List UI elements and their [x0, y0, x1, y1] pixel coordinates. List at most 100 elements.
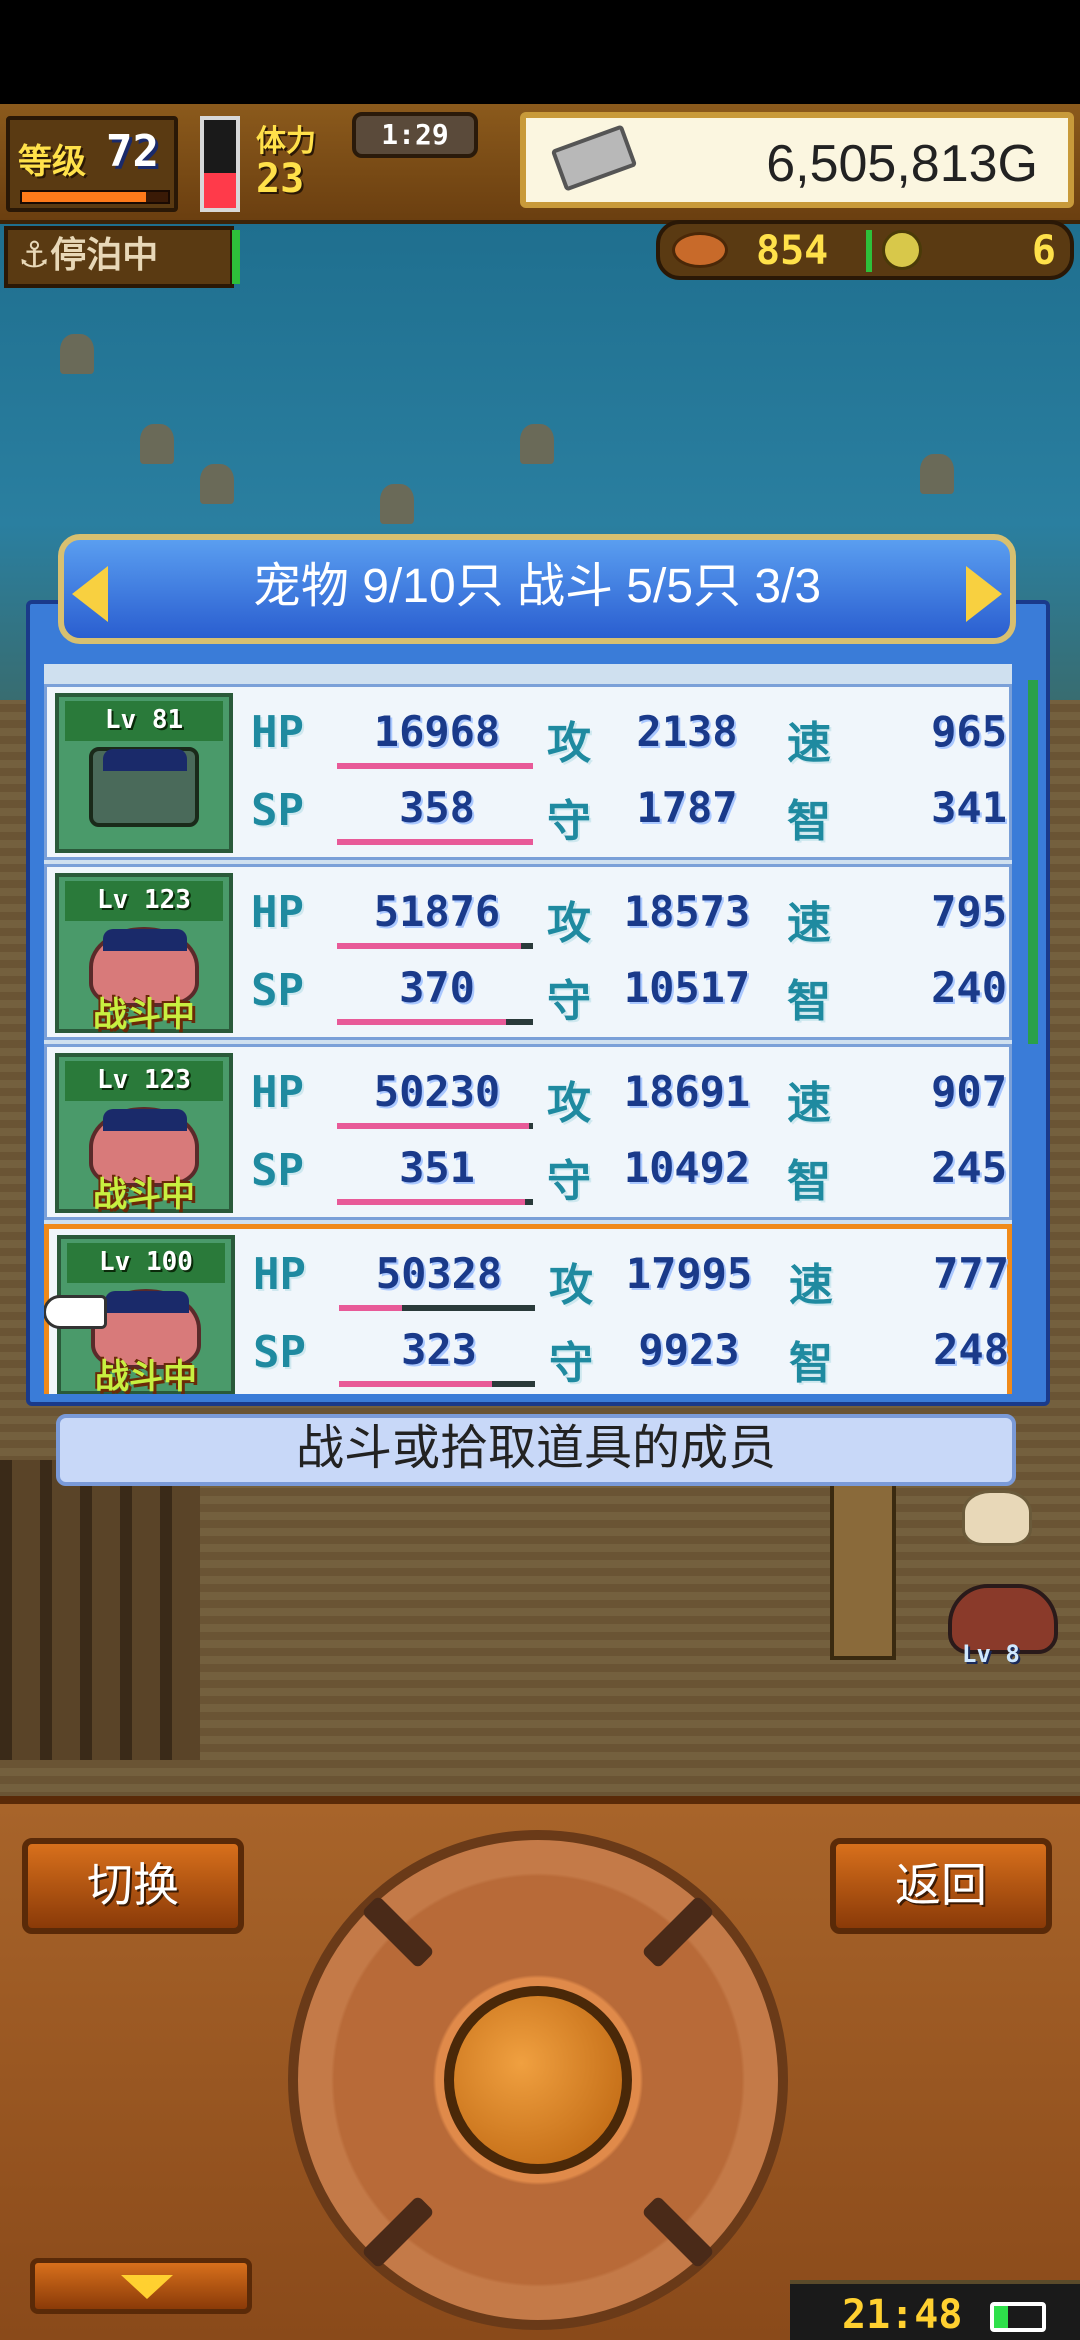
sp-bar-fill [337, 1019, 506, 1025]
pointer-hand-icon [44, 1295, 107, 1329]
pet-row[interactable]: Lv 81 HP 16968 SP 358 攻 2138 守 1787 速 965 智 341 [44, 684, 1012, 860]
pet-hat [105, 1291, 189, 1313]
pet-hat [103, 749, 187, 771]
pet-level: Lv 81 [65, 701, 223, 741]
hp-label: HP [251, 1067, 304, 1118]
pet-attack: 17995 [625, 1249, 753, 1298]
pet-sp: 323 [401, 1325, 477, 1374]
pet-list[interactable]: Lv 81 HP 16968 SP 358 攻 2138 守 1787 速 965 智 341 Lv 12… [44, 664, 1012, 1394]
rock [520, 424, 554, 464]
stamina-timer: 1:29 [352, 112, 478, 158]
stamina-gauge [200, 116, 240, 212]
level-box: 等级 72 [6, 116, 178, 212]
exp-bar-fill [22, 192, 147, 202]
intelligence-label: 智 [787, 1156, 831, 1207]
switch-button[interactable]: 切换 [22, 1838, 244, 1934]
pet-intelligence: 248 [933, 1325, 1009, 1374]
dpad[interactable] [288, 1830, 788, 2330]
pet-portrait: Lv 123 战斗中 [55, 873, 233, 1035]
pet-row[interactable]: Lv 123 战斗中 HP 50230 SP 351 攻 18691 守 10492 速 907 智 24… [44, 1044, 1012, 1220]
battery-fill [994, 2306, 1009, 2328]
prev-page-arrow-icon[interactable] [72, 566, 108, 622]
rock [140, 424, 174, 464]
sp-label: SP [251, 965, 304, 1016]
pet-row[interactable]: Lv 123 战斗中 HP 51876 SP 370 攻 18573 守 10517 速 795 智 24… [44, 864, 1012, 1040]
pet-portrait: Lv 81 [55, 693, 233, 853]
speed-label: 速 [787, 1078, 831, 1129]
coin-count: 6 [1031, 228, 1056, 274]
silver-bar-icon [550, 124, 638, 192]
hp-bar-fill [337, 943, 522, 949]
pet-speed: 795 [931, 887, 1007, 936]
rock [920, 454, 954, 494]
attack-label: 攻 [549, 1260, 593, 1311]
pet-hp: 51876 [373, 887, 501, 936]
clock-time: 21:48 [842, 2292, 963, 2338]
hp-bar [337, 943, 533, 949]
attack-label: 攻 [547, 1078, 591, 1129]
food-count: 854 [756, 228, 829, 274]
hp-bar-fill [337, 1123, 530, 1129]
docked-label: 停泊中 [50, 235, 159, 276]
resource-display: 854 6 [656, 220, 1074, 280]
pet-speed: 907 [931, 1067, 1007, 1116]
hp-label: HP [253, 1249, 306, 1300]
item-bag-icon[interactable] [962, 1490, 1032, 1546]
pet-intelligence: 341 [931, 783, 1007, 832]
next-page-arrow-icon[interactable] [966, 566, 1002, 622]
dpad-arm [641, 1895, 715, 1969]
pet-speed: 965 [931, 707, 1007, 756]
hp-bar [337, 1123, 533, 1129]
pet-defense: 10517 [623, 963, 751, 1012]
level-label: 等级 [18, 142, 86, 182]
hp-bar [339, 1305, 535, 1311]
pet-sp: 370 [399, 963, 475, 1012]
medal-coin-icon [882, 230, 922, 270]
pet-level: Lv 123 [65, 881, 223, 921]
intelligence-label: 智 [787, 976, 831, 1027]
pet-speed: 777 [933, 1249, 1009, 1298]
pet-row[interactable]: Lv 100 战斗中 HP 50328 SP 323 攻 17995 守 9923 速 777 智 248 [44, 1224, 1012, 1394]
control-panel: 切换 返回 21:48 [0, 1796, 1080, 2340]
in-battle-badge: 战斗中 [93, 995, 195, 1035]
pet-sp: 358 [399, 783, 475, 832]
pet-hat [103, 929, 187, 951]
pet-hat [103, 1109, 187, 1131]
pet-defense: 1787 [636, 783, 738, 832]
stamina-label: 体力 [256, 124, 316, 159]
attack-label: 攻 [547, 898, 591, 949]
sp-bar-fill [337, 839, 533, 845]
hp-bar [337, 763, 533, 769]
npc-level-label: Lv 8 [962, 1640, 1020, 1668]
back-button[interactable]: 返回 [830, 1838, 1052, 1934]
pet-sp: 351 [399, 1143, 475, 1192]
sp-label: SP [253, 1327, 306, 1378]
speed-label: 速 [787, 898, 831, 949]
stamina-gauge-fill [204, 172, 236, 208]
dpad-center-button[interactable] [444, 1986, 632, 2174]
sp-bar-fill [339, 1381, 492, 1387]
hp-label: HP [251, 707, 304, 758]
menu-toggle-button[interactable] [30, 2258, 252, 2314]
pet-portrait: Lv 123 战斗中 [55, 1053, 233, 1215]
pet-attack: 18573 [623, 887, 751, 936]
list-scrollbar[interactable] [1028, 680, 1038, 1044]
rock [60, 334, 94, 374]
gold-amount: 6,505,813G [766, 135, 1038, 193]
sp-bar [337, 1199, 533, 1205]
pet-defense: 10492 [623, 1143, 751, 1192]
sp-label: SP [251, 1145, 304, 1196]
speed-label: 速 [789, 1260, 833, 1311]
sp-bar-fill [337, 1199, 526, 1205]
hint-text: 战斗或拾取道具的成员 [56, 1414, 1016, 1486]
hp-bar-fill [339, 1305, 402, 1311]
pet-hp: 50230 [373, 1067, 501, 1116]
dialog-header: 宠物 9/10只 战斗 5/5只 3/3 [58, 534, 1016, 644]
pet-defense: 9923 [638, 1325, 740, 1374]
defense-label: 守 [547, 976, 591, 1027]
top-status-bar: 等级 72 体力 23 1:29 6,505,813G [0, 104, 1080, 224]
intelligence-label: 智 [789, 1338, 833, 1389]
in-battle-badge: 战斗中 [95, 1357, 197, 1394]
gold-display: 6,505,813G [520, 112, 1074, 208]
battery-icon [990, 2302, 1046, 2332]
